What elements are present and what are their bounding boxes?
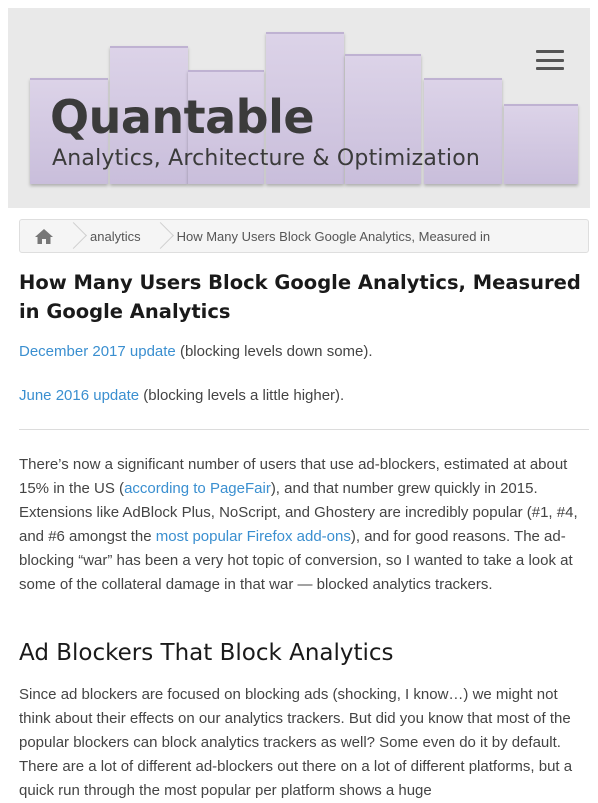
menu-line — [536, 67, 564, 70]
bar — [504, 104, 578, 184]
breadcrumb: analytics How Many Users Block Google An… — [19, 219, 589, 253]
breadcrumb-item-analytics[interactable]: analytics — [80, 229, 155, 244]
intro-paragraph: There’s now a significant number of user… — [19, 453, 591, 597]
hamburger-menu-icon[interactable] — [536, 50, 564, 70]
breadcrumb-separator — [155, 220, 167, 252]
section-paragraph: Since ad blockers are focused on blockin… — [19, 686, 573, 799]
site-tagline: Analytics, Architecture & Optimization — [52, 146, 481, 171]
article-title: How Many Users Block Google Analytics, M… — [19, 271, 581, 323]
site-logo-title[interactable]: Quantable — [50, 90, 315, 144]
breadcrumb-item-current: How Many Users Block Google Analytics, M… — [176, 228, 491, 244]
update-note-text: (blocking levels down some). — [175, 343, 373, 360]
update-note: June 2016 update (blocking levels a litt… — [19, 387, 344, 404]
menu-line — [536, 58, 564, 62]
section-heading: Ad Blockers That Block Analytics — [19, 640, 394, 666]
divider — [19, 429, 589, 430]
home-icon — [35, 228, 53, 244]
menu-line — [536, 50, 564, 53]
december-2017-update-link[interactable]: December 2017 update — [19, 343, 176, 360]
pagefair-link[interactable]: according to PageFair — [124, 480, 271, 497]
update-note: December 2017 update (blocking levels do… — [19, 343, 373, 360]
firefox-addons-link[interactable]: most popular Firefox add-ons — [156, 528, 351, 545]
update-note-text: (blocking levels a little higher). — [139, 387, 345, 404]
breadcrumb-separator — [68, 220, 80, 252]
site-header-banner: Quantable Analytics, Architecture & Opti… — [8, 8, 590, 208]
june-2016-update-link[interactable]: June 2016 update — [19, 387, 139, 404]
